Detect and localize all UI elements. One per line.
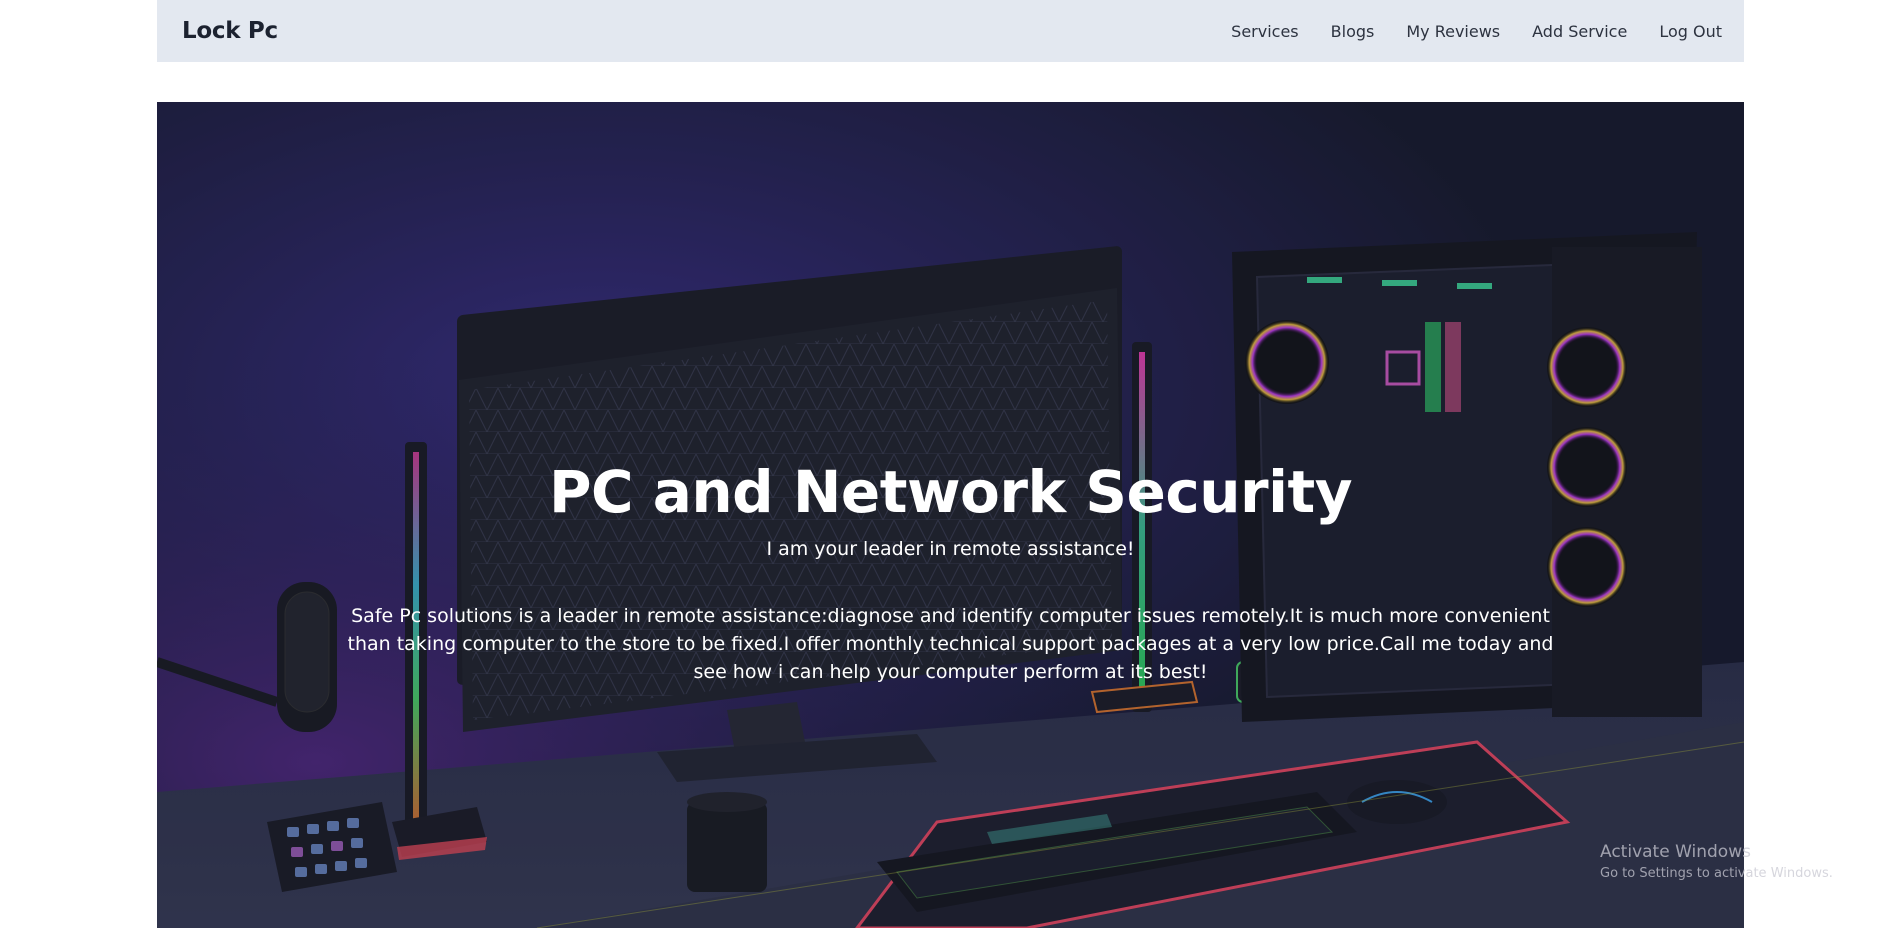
navbar: Lock Pc Services Blogs My Reviews Add Se…	[157, 0, 1744, 62]
brand-logo[interactable]: Lock Pc	[182, 18, 278, 44]
watermark-line-1: Activate Windows	[1600, 842, 1751, 862]
nav-links: Services Blogs My Reviews Add Service Lo…	[1199, 22, 1722, 41]
hero-content: PC and Network Security I am your leader…	[157, 452, 1744, 686]
nav-link-blogs[interactable]: Blogs	[1331, 22, 1375, 41]
hero-banner: PC and Network Security I am your leader…	[157, 102, 1744, 928]
nav-link-my-reviews[interactable]: My Reviews	[1406, 22, 1500, 41]
watermark-line-2: Go to Settings to activate Windows.	[1600, 866, 1833, 881]
windows-activation-watermark: Activate Windows Go to Settings to activ…	[1600, 842, 1833, 881]
nav-link-add-service[interactable]: Add Service	[1532, 22, 1627, 41]
hero-description: Safe Pc solutions is a leader in remote …	[347, 605, 1554, 683]
nav-link-services[interactable]: Services	[1231, 22, 1298, 41]
nav-link-log-out[interactable]: Log Out	[1659, 22, 1722, 41]
hero-subtitle: I am your leader in remote assistance!	[766, 538, 1135, 560]
hero-title: PC and Network Security	[548, 458, 1353, 526]
